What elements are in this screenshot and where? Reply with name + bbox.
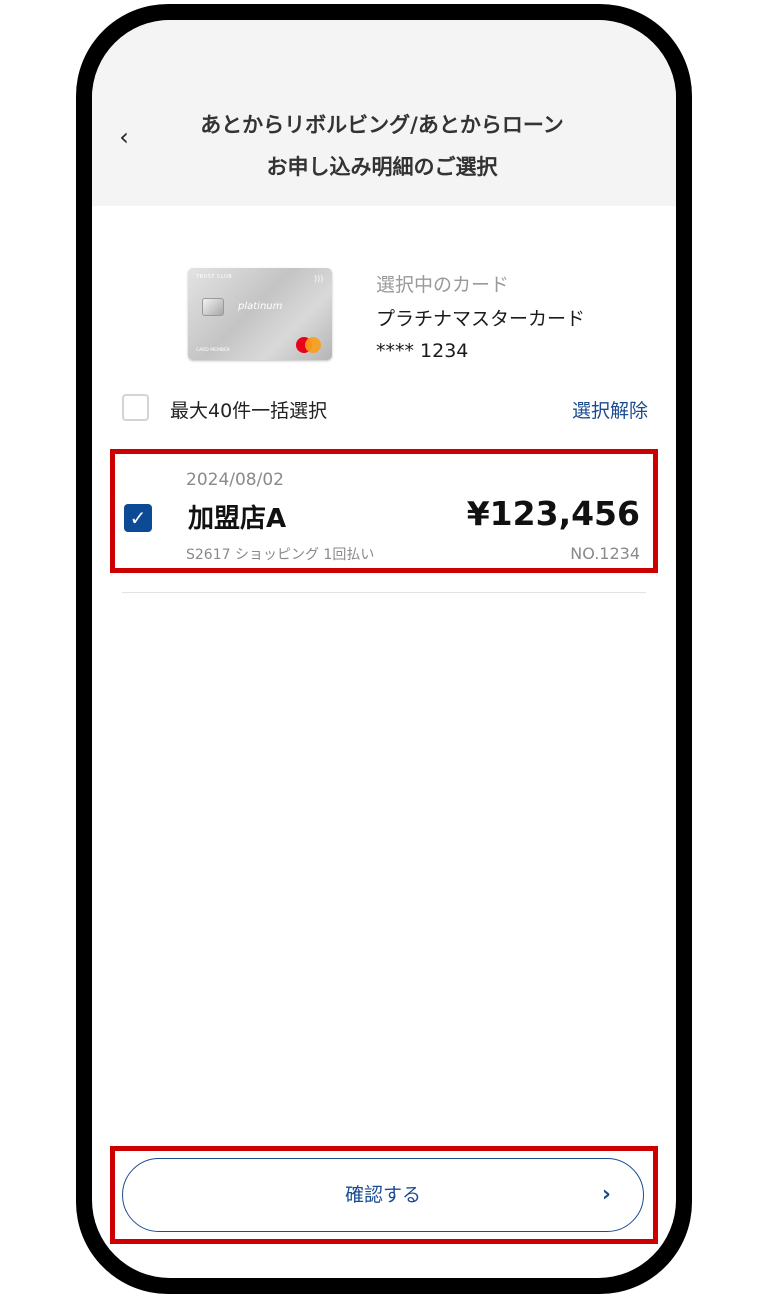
confirm-button-label: 確認する <box>344 1184 421 1206</box>
selected-card-name: プラチナマスターカード <box>376 308 586 330</box>
phone-frame: ‹ あとからリボルビング/あとからローン お申し込み明細のご選択 TRUST C… <box>76 4 692 1294</box>
selected-card-number: **** 1234 <box>376 340 469 362</box>
check-icon: ✓ <box>129 506 147 530</box>
transaction-detail: S2617 ショッピング 1回払い <box>186 547 375 563</box>
card-type-text: platinum <box>238 301 283 312</box>
transaction-number: NO.1234 <box>570 544 640 563</box>
page-title: あとからリボルビング/あとからローン お申し込み明細のご選択 <box>152 104 612 188</box>
back-button[interactable]: ‹ <box>112 124 136 150</box>
card-brand-text: TRUST CLUB <box>196 274 233 280</box>
page-title-line2: お申し込み明細のご選択 <box>266 155 498 179</box>
card-member-text: CARD MEMBER <box>196 348 230 353</box>
bulk-select-row: 最大40件一括選択 選択解除 <box>122 392 648 428</box>
card-image: TRUST CLUB ))) platinum CARD MEMBER <box>188 268 332 360</box>
transaction-checkbox[interactable]: ✓ <box>124 504 152 532</box>
selected-card-caption: 選択中のカード <box>376 274 510 296</box>
confirm-button[interactable]: 確認する › <box>122 1158 644 1232</box>
mastercard-logo-icon-part <box>305 337 321 353</box>
clear-selection-link[interactable]: 選択解除 <box>572 396 648 423</box>
bulk-select-label[interactable]: 最大40件一括選択 <box>170 396 327 423</box>
transaction-amount: ¥123,456 <box>466 494 640 533</box>
chip-icon <box>202 298 224 316</box>
chevron-left-icon: ‹ <box>119 123 129 151</box>
app-screen: ‹ あとからリボルビング/あとからローン お申し込み明細のご選択 TRUST C… <box>92 20 676 1278</box>
transaction-item[interactable]: ✓ 2024/08/02 加盟店A ¥123,456 S2617 ショッピング … <box>114 458 648 570</box>
transaction-merchant: 加盟店A <box>188 504 287 534</box>
page-title-line1: あとからリボルビング/あとからローン <box>200 113 564 137</box>
transaction-date: 2024/08/02 <box>186 470 284 490</box>
chevron-right-icon: › <box>601 1182 611 1207</box>
header: ‹ あとからリボルビング/あとからローン お申し込み明細のご選択 <box>92 20 676 206</box>
divider <box>122 592 646 593</box>
bulk-select-checkbox[interactable] <box>122 394 149 421</box>
contactless-icon: ))) <box>314 274 324 283</box>
